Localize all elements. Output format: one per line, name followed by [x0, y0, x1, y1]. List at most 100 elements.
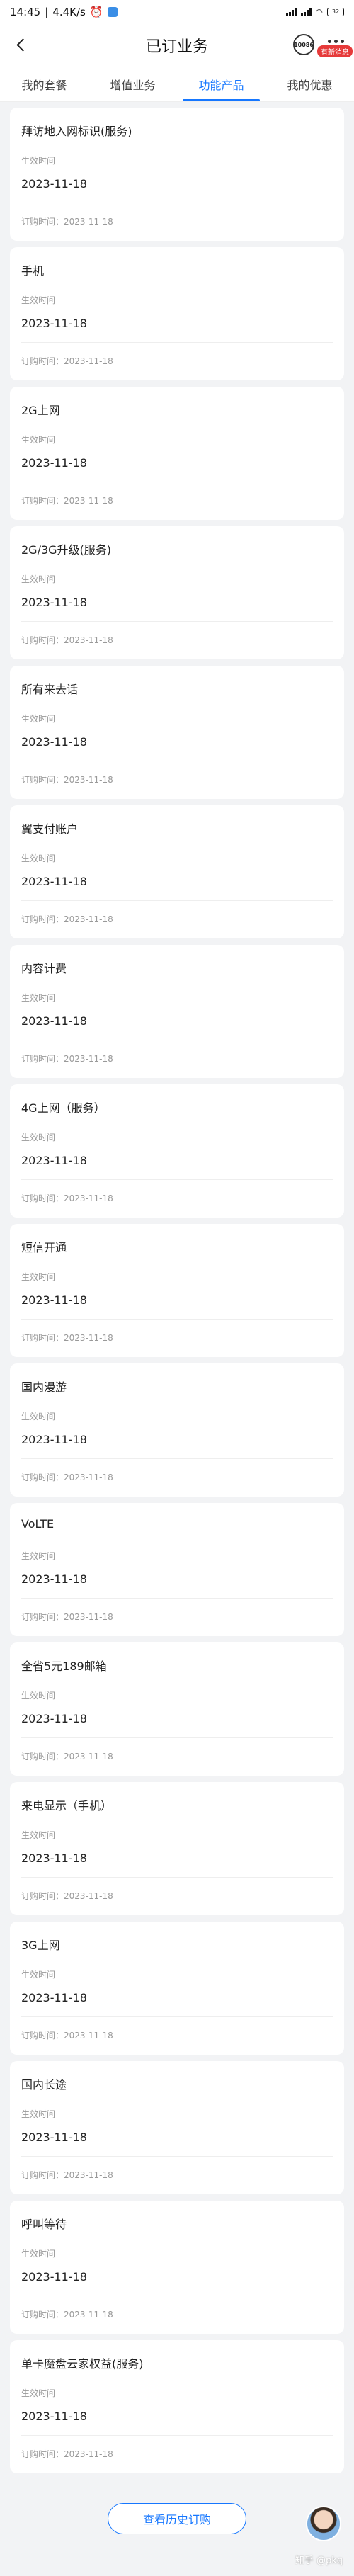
product-name: 3G上网	[21, 1939, 60, 1952]
effective-date: 2023-11-18	[21, 1154, 87, 1167]
product-name: 4G上网（服务）	[21, 1101, 105, 1115]
order-time: 订购时间：2023-11-18	[21, 1333, 113, 1343]
signal-icon-2	[300, 8, 312, 16]
page-title: 已订业务	[145, 38, 208, 56]
order-time: 订购时间：2023-11-18	[21, 356, 113, 366]
divider	[21, 2435, 333, 2436]
subscription-card: 国内长途 生效时间 2023-11-18 订购时间：2023-11-18	[10, 2061, 344, 2194]
divider	[21, 1598, 333, 1599]
subscription-card: 翼支付账户生效时间 2023-11-18 订购时间：2023-11-18	[10, 805, 344, 938]
subscription-card: 2G上网 生效时间 2023-11-18 订购时间：2023-11-18	[10, 387, 344, 520]
subscription-card: 内容计费生效时间 2023-11-18 订购时间：2023-11-18	[10, 945, 344, 1078]
order-time: 订购时间：2023-11-18	[21, 1193, 113, 1203]
effective-date: 2023-11-18	[21, 2270, 87, 2283]
effective-date: 2023-11-18	[21, 875, 87, 888]
divider	[21, 342, 333, 343]
tab-function-products[interactable]: 功能产品	[177, 67, 266, 101]
subscription-card: 短信开通 生效时间 2023-11-18 订购时间：2023-11-18	[10, 1224, 344, 1357]
order-time: 订购时间：2023-11-18	[21, 1473, 113, 1482]
divider	[21, 1319, 333, 1320]
tab-my-plan[interactable]: 我的套餐	[0, 67, 88, 101]
effective-label: 生效时间	[21, 853, 56, 863]
order-time: 订购时间：2023-11-18	[21, 635, 113, 645]
product-name: VoLTE	[21, 1517, 55, 1531]
subscription-card: 所有来去话 生效时间 2023-11-18 订购时间：2023-11-18	[10, 666, 344, 799]
watermark: 知乎 @pkq	[295, 2555, 343, 2566]
effective-label: 生效时间	[21, 993, 56, 1003]
subscription-card: 4G上网（服务） 生效时间 2023-11-18 订购时间：2023-11-18	[10, 1084, 344, 1218]
subscription-card: 拜访地入网标识(服务) 生效时间 2023-11-18 订购时间：2023-11-18	[10, 108, 344, 241]
back-arrow-icon	[16, 38, 30, 52]
product-name: 翼支付账户	[21, 822, 79, 836]
order-time: 订购时间：2023-11-18	[21, 1612, 113, 1622]
network-speed: 4.4K/s	[52, 6, 86, 18]
nav-bar: 已订业务 10086 有新消息	[0, 24, 354, 67]
order-time: 订购时间：2023-11-18	[21, 2170, 113, 2180]
effective-date: 2023-11-18	[21, 177, 87, 191]
product-name: 单卡魔盘云家权益(服务)	[21, 2357, 144, 2371]
more-button[interactable]	[328, 40, 344, 43]
effective-label: 生效时间	[21, 2109, 56, 2119]
subscription-card: 国内漫游 生效时间 2023-11-18 订购时间：2023-11-18	[10, 1363, 344, 1497]
alarm-icon: ⏰	[89, 6, 103, 18]
product-name: 2G上网	[21, 404, 60, 417]
order-time: 订购时间：2023-11-18	[21, 496, 113, 506]
view-history-button[interactable]: 查看历史订购	[108, 2503, 246, 2534]
tab-my-discounts[interactable]: 我的优惠	[266, 67, 354, 101]
effective-date: 2023-11-18	[21, 1851, 87, 1865]
app-notification-icon	[107, 7, 118, 17]
wifi-icon: ◠	[315, 7, 323, 17]
divider	[21, 1179, 333, 1180]
subscription-card: VoLTE 生效时间 2023-11-18 订购时间：2023-11-18	[10, 1503, 344, 1636]
effective-label: 生效时间	[21, 1830, 56, 1840]
effective-date: 2023-11-18	[21, 1572, 87, 1586]
status-bar: 14:45 | 4.4K/s ⏰ ◠ 32	[0, 0, 354, 24]
tab-value-added[interactable]: 增值业务	[88, 67, 177, 101]
back-button[interactable]	[10, 34, 31, 55]
divider	[21, 2016, 333, 2017]
order-time: 订购时间：2023-11-18	[21, 914, 113, 924]
product-name: 国内漫游	[21, 1380, 67, 1394]
effective-date: 2023-11-18	[21, 1014, 87, 1028]
effective-label: 生效时间	[21, 156, 56, 166]
effective-date: 2023-11-18	[21, 1712, 87, 1725]
effective-label: 生效时间	[21, 574, 56, 584]
effective-label: 生效时间	[21, 2249, 56, 2259]
product-name: 内容计费	[21, 962, 67, 975]
product-name: 2G/3G升级(服务)	[21, 543, 112, 557]
order-time: 订购时间：2023-11-18	[21, 1891, 113, 1901]
effective-date: 2023-11-18	[21, 596, 87, 609]
effective-date: 2023-11-18	[21, 2410, 87, 2423]
order-time: 订购时间：2023-11-18	[21, 217, 113, 227]
service-avatar[interactable]	[306, 2506, 341, 2541]
more-dot-icon	[328, 40, 331, 43]
product-name: 来电显示（手机）	[21, 1799, 113, 1812]
message-icon-label: 10086	[294, 41, 314, 48]
message-button[interactable]: 10086	[293, 34, 314, 55]
battery-icon: 32	[327, 8, 344, 16]
divider	[21, 900, 333, 901]
product-name: 全省5元189邮箱	[21, 1659, 107, 1673]
divider	[21, 1877, 333, 1878]
product-name: 手机	[21, 264, 45, 278]
order-time: 订购时间：2023-11-18	[21, 775, 113, 785]
subscription-card: 全省5元189邮箱 生效时间 2023-11-18 订购时间：2023-11-18	[10, 1642, 344, 1776]
order-time: 订购时间：2023-11-18	[21, 1054, 113, 1064]
divider	[21, 621, 333, 622]
divider	[21, 1737, 333, 1738]
effective-date: 2023-11-18	[21, 2130, 87, 2144]
message-badge: 有新消息	[317, 45, 353, 57]
product-name: 所有来去话	[21, 683, 79, 696]
subscription-card: 2G/3G升级(服务) 生效时间 2023-11-18 订购时间：2023-11-18	[10, 526, 344, 659]
effective-label: 生效时间	[21, 1272, 56, 1282]
effective-date: 2023-11-18	[21, 1293, 87, 1307]
order-time: 订购时间：2023-11-18	[21, 2310, 113, 2320]
divider	[21, 1458, 333, 1459]
subscription-list: 拜访地入网标识(服务) 生效时间 2023-11-18 订购时间：2023-11-18…	[0, 102, 354, 2473]
subscription-card: 单卡魔盘云家权益(服务) 生效时间 2023-11-18 订购时间：2023-11-1…	[10, 2340, 344, 2473]
tab-bar: 我的套餐 增值业务 功能产品 我的优惠	[0, 67, 354, 102]
product-name: 拜访地入网标识(服务)	[21, 125, 132, 138]
subscription-card: 来电显示（手机） 生效时间 2023-11-18 订购时间：2023-11-18	[10, 1782, 344, 1915]
effective-date: 2023-11-18	[21, 317, 87, 330]
effective-date: 2023-11-18	[21, 735, 87, 749]
